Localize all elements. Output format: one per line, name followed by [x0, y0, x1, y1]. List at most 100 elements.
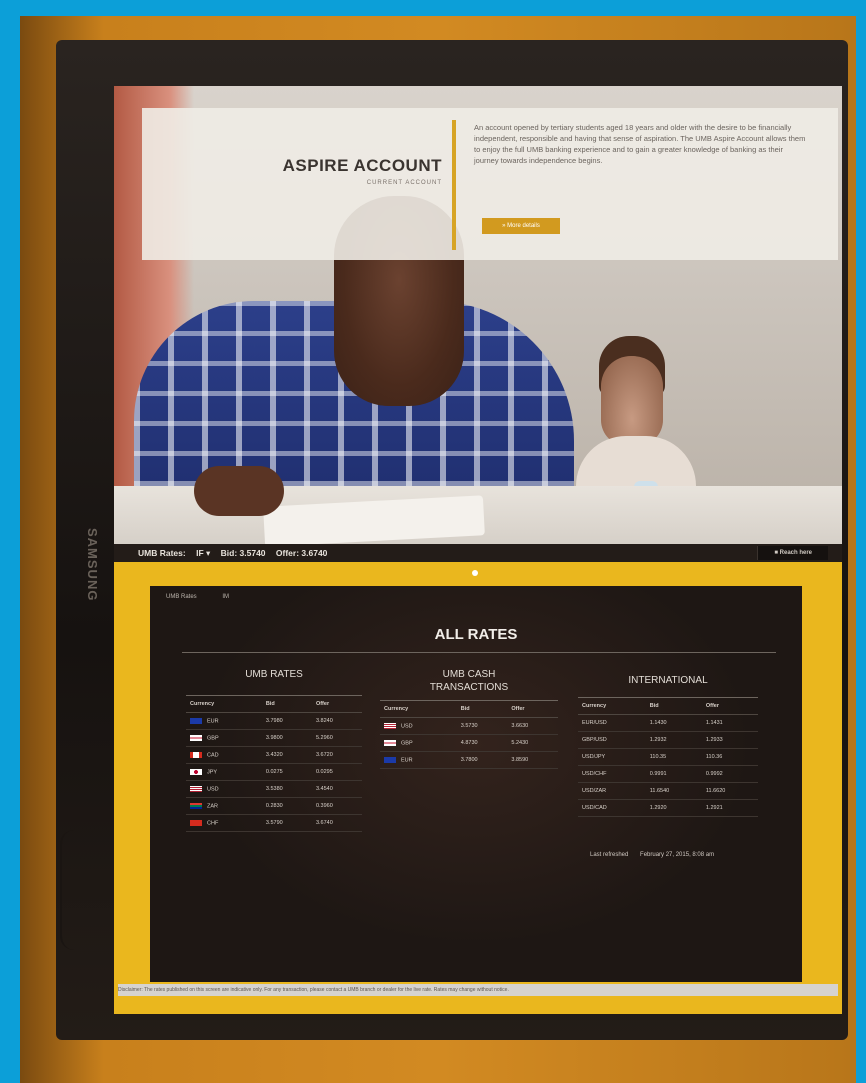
display-screen: ASPIRE ACCOUNT CURRENT ACCOUNT An accoun… — [114, 86, 842, 1014]
rate-row: GBP 4.8730 5.2430 — [380, 734, 558, 752]
rate-row: USD/JPY 110.35 110.36 — [578, 748, 758, 766]
rate-row: EUR/USD 1.1430 1.1431 — [578, 714, 758, 732]
flag-ca-icon — [190, 751, 202, 758]
offer-cell: 11.6620 — [701, 782, 758, 800]
bid-cell: 3.4320 — [261, 746, 312, 764]
flag-us-icon — [190, 785, 202, 792]
currency-code: USD/JPY — [582, 754, 606, 760]
flag-us-icon — [384, 722, 396, 729]
currency-cell: GBP — [186, 729, 262, 747]
last-refreshed-label: Last refreshed — [590, 852, 629, 858]
flag-ch-icon — [190, 819, 202, 826]
all-rates-panel: UMB Rates IM ALL RATES UMB RATES Currenc… — [150, 586, 802, 982]
currency-cell: USD/CHF — [578, 765, 646, 783]
col-header-bid: Bid — [645, 698, 702, 715]
more-details-button[interactable]: » More details — [482, 218, 560, 234]
col-header-offer: Offer — [311, 696, 362, 713]
umb-rates-table: Currency Bid Offer EUR 3.7980 3.8240 GBP 3.9… — [186, 696, 362, 832]
bid-cell: 3.9800 — [261, 729, 312, 747]
col-header-bid: Bid — [456, 701, 508, 718]
bid-cell: 0.0275 — [261, 763, 312, 781]
currency-code: GBP — [207, 735, 219, 742]
monitor-brand-label: SAMSUNG — [85, 528, 100, 602]
offer-cell: 3.6630 — [507, 717, 558, 735]
currency-cell: ZAR — [186, 797, 262, 815]
col-header-offer: Offer — [701, 698, 758, 715]
woman-figure-head — [601, 356, 663, 446]
reach-here-button[interactable]: ■ Reach here — [757, 546, 828, 560]
rates-header-label: UMB Rates — [166, 594, 197, 600]
currency-code: GBP — [401, 740, 413, 747]
ticker-offer: Offer: 3.6740 — [275, 548, 328, 558]
rate-row: CHF 3.5790 3.6740 — [186, 814, 362, 832]
hero-banner: ASPIRE ACCOUNT CURRENT ACCOUNT An accoun… — [114, 86, 842, 544]
currency-cell: USD — [380, 717, 457, 735]
rate-row: USD/CAD 1.2920 1.2921 — [578, 799, 758, 817]
bid-cell: 110.35 — [645, 748, 702, 766]
bid-cell: 0.9991 — [645, 765, 702, 783]
rate-row: ZAR 0.2830 0.3960 — [186, 797, 362, 815]
screen-status-bar: Disclaimer: The rates published on this … — [118, 984, 838, 996]
bid-cell: 3.5730 — [456, 717, 508, 735]
currency-code: EUR — [207, 718, 219, 725]
flag-jp-icon — [190, 768, 202, 775]
currency-code: JPY — [207, 769, 218, 776]
col-header-currency: Currency — [578, 698, 646, 715]
last-refreshed-value: February 27, 2015, 8:08 am — [640, 852, 715, 858]
umb-cash-title-line1: UMB CASH — [442, 669, 496, 680]
currency-cell: JPY — [186, 763, 262, 781]
currency-code: USD/CHF — [582, 771, 607, 777]
bid-cell: 0.2830 — [261, 797, 312, 815]
currency-code: ZAR — [207, 803, 218, 810]
bid-cell: 1.2920 — [645, 799, 702, 817]
rate-row: EUR 3.7800 3.8590 — [380, 751, 558, 769]
international-title: INTERNATIONAL — [628, 675, 708, 686]
offer-cell: 1.2921 — [701, 799, 758, 817]
international-column: INTERNATIONAL Currency Bid Offer EUR/USD… — [578, 668, 758, 817]
rate-row: USD/CHF 0.9991 0.9992 — [578, 765, 758, 783]
bid-cell: 3.5380 — [261, 780, 312, 798]
bid-cell: 1.2932 — [645, 731, 702, 749]
rates-header-value: IM — [222, 594, 230, 600]
currency-cell: GBP — [380, 734, 457, 752]
rate-row: GBP/USD 1.2932 1.2933 — [578, 731, 758, 749]
currency-code: USD — [207, 786, 219, 793]
title-divider — [182, 652, 776, 653]
offer-cell: 1.2933 — [701, 731, 758, 749]
currency-cell: USD/JPY — [578, 748, 646, 766]
rate-row: USD 3.5730 3.6630 — [380, 717, 558, 735]
account-info-panel: ASPIRE ACCOUNT CURRENT ACCOUNT An accoun… — [142, 108, 838, 260]
currency-cell: EUR — [380, 751, 457, 769]
rate-row: EUR 3.7980 3.8240 — [186, 712, 362, 730]
rates-panel-header: UMB Rates IM — [166, 594, 229, 600]
rates-ticker: UMB Rates: IF ▾ Bid: 3.5740 Offer: 3.674… — [114, 544, 842, 562]
offer-cell: 0.9992 — [701, 765, 758, 783]
offer-cell: 5.2430 — [507, 734, 558, 752]
flag-gb-icon — [190, 734, 202, 741]
bid-cell: 1.1430 — [645, 714, 702, 732]
currency-code: CAD — [207, 752, 219, 759]
rate-row: USD 3.5380 3.4540 — [186, 780, 362, 798]
currency-code: USD/CAD — [582, 805, 607, 811]
offer-cell: 1.1431 — [701, 714, 758, 732]
ticker-bid: Bid: 3.5740 — [220, 548, 266, 558]
currency-cell: CAD — [186, 746, 262, 764]
man-figure-hand — [194, 466, 284, 516]
col-header-offer: Offer — [507, 701, 558, 718]
flag-za-icon — [190, 802, 202, 809]
currency-cell: EUR/USD — [578, 714, 646, 732]
ticker-currency-select[interactable]: IF ▾ — [196, 548, 210, 558]
currency-code: EUR — [401, 757, 413, 764]
flag-eu-icon — [190, 717, 202, 724]
offer-cell: 0.0295 — [311, 763, 362, 781]
col-header-currency: Currency — [186, 696, 262, 713]
currency-cell: GBP/USD — [578, 731, 646, 749]
currency-code: EUR/USD — [582, 720, 607, 726]
flag-gb-icon — [384, 739, 396, 746]
offer-cell: 3.8240 — [311, 712, 362, 730]
flag-eu-icon — [384, 756, 396, 763]
ticker-text: UMB Rates: IF ▾ Bid: 3.5740 Offer: 3.674… — [138, 544, 335, 562]
currency-cell: USD/CAD — [578, 799, 646, 817]
bid-cell: 3.7980 — [261, 712, 312, 730]
umb-cash-title: UMB CASH TRANSACTIONS — [380, 668, 558, 694]
